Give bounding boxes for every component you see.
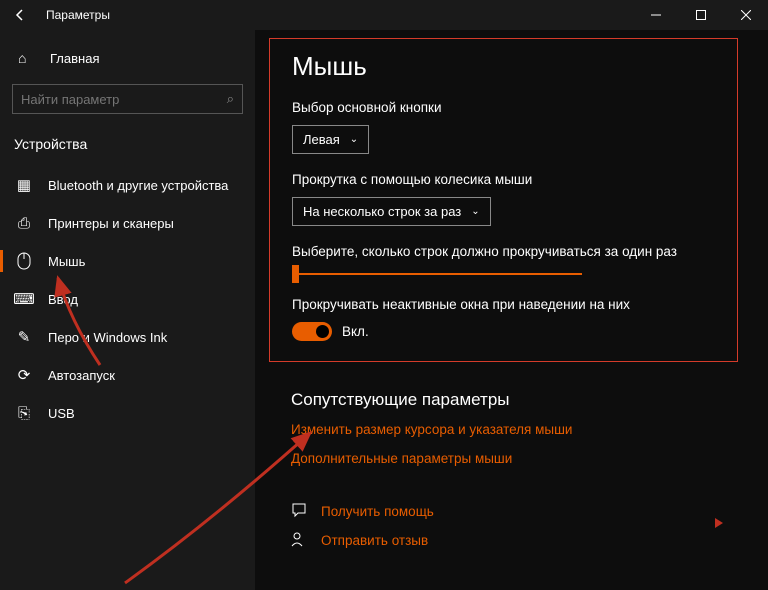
sidebar-item-usb[interactable]: ⎘ USB <box>0 394 255 432</box>
toggle-knob <box>316 325 329 338</box>
primary-button-dropdown[interactable]: Левая ⌄ <box>292 125 369 154</box>
dropdown-value: На несколько строк за раз <box>303 204 461 219</box>
help-label: Получить помощь <box>321 504 434 519</box>
sidebar-item-bluetooth[interactable]: ▦ Bluetooth и другие устройства <box>0 166 255 204</box>
sidebar-item-label: Мышь <box>48 254 85 269</box>
sidebar-item-label: Ввод <box>48 292 78 307</box>
sidebar: ⌂ Главная ⌕ Устройства ▦ Bluetooth и дру… <box>0 30 255 590</box>
sidebar-item-printers[interactable]: ⎙ Принтеры и сканеры <box>0 204 255 242</box>
main-content: Мышь Выбор основной кнопки Левая ⌄ Прокр… <box>255 30 768 590</box>
sidebar-item-mouse[interactable]: Мышь <box>0 242 255 280</box>
link-feedback[interactable]: Отправить отзыв <box>291 531 768 550</box>
scroll-label: Прокрутка с помощью колесика мыши <box>292 172 715 187</box>
related-section: Сопутствующие параметры Изменить размер … <box>291 390 768 550</box>
sidebar-item-autoplay[interactable]: ⟳ Автозапуск <box>0 356 255 394</box>
page-title: Мышь <box>292 51 715 82</box>
sidebar-item-label: Перо и Windows Ink <box>48 330 167 345</box>
mouse-icon <box>14 251 34 271</box>
pen-icon: ✎ <box>14 327 34 347</box>
help-icon <box>291 502 311 521</box>
usb-icon: ⎘ <box>14 403 34 423</box>
minimize-button[interactable] <box>633 0 678 30</box>
scroll-dropdown[interactable]: На несколько строк за раз ⌄ <box>292 197 491 226</box>
chevron-down-icon: ⌄ <box>350 134 358 145</box>
home-label: Главная <box>50 51 99 66</box>
inactive-label: Прокручивать неактивные окна при наведен… <box>292 297 715 312</box>
home-icon: ⌂ <box>18 50 36 66</box>
sidebar-item-typing[interactable]: ⌨ Ввод <box>0 280 255 318</box>
chevron-down-icon: ⌄ <box>471 206 479 217</box>
search-field[interactable] <box>21 92 227 107</box>
lines-slider[interactable] <box>292 273 582 275</box>
sidebar-item-label: USB <box>48 406 75 421</box>
sidebar-home[interactable]: ⌂ Главная <box>0 40 255 76</box>
window-title: Параметры <box>40 8 633 22</box>
sidebar-item-pen[interactable]: ✎ Перо и Windows Ink <box>0 318 255 356</box>
lines-label: Выберите, сколько строк должно прокручив… <box>292 244 715 259</box>
dropdown-value: Левая <box>303 132 340 147</box>
link-advanced-mouse[interactable]: Дополнительные параметры мыши <box>291 451 768 466</box>
annotation-triangle <box>715 518 723 528</box>
devices-icon: ▦ <box>14 175 34 195</box>
autoplay-icon: ⟳ <box>14 365 34 385</box>
primary-button-label: Выбор основной кнопки <box>292 100 715 115</box>
printer-icon: ⎙ <box>14 213 34 233</box>
feedback-label: Отправить отзыв <box>321 533 428 548</box>
category-heading: Устройства <box>0 126 255 166</box>
link-get-help[interactable]: Получить помощь <box>291 502 768 521</box>
highlight-box: Мышь Выбор основной кнопки Левая ⌄ Прокр… <box>269 38 738 362</box>
inactive-toggle[interactable] <box>292 322 332 341</box>
slider-thumb[interactable] <box>292 265 299 283</box>
link-cursor-size[interactable]: Изменить размер курсора и указателя мыши <box>291 422 768 437</box>
sidebar-item-label: Bluetooth и другие устройства <box>48 178 228 193</box>
search-input[interactable]: ⌕ <box>12 84 243 114</box>
maximize-button[interactable] <box>678 0 723 30</box>
sidebar-item-label: Принтеры и сканеры <box>48 216 174 231</box>
feedback-icon <box>291 531 311 550</box>
related-heading: Сопутствующие параметры <box>291 390 768 410</box>
toggle-state: Вкл. <box>342 324 369 339</box>
keyboard-icon: ⌨ <box>14 289 34 309</box>
search-icon: ⌕ <box>227 91 234 107</box>
back-button[interactable] <box>0 0 40 30</box>
close-button[interactable] <box>723 0 768 30</box>
sidebar-item-label: Автозапуск <box>48 368 115 383</box>
